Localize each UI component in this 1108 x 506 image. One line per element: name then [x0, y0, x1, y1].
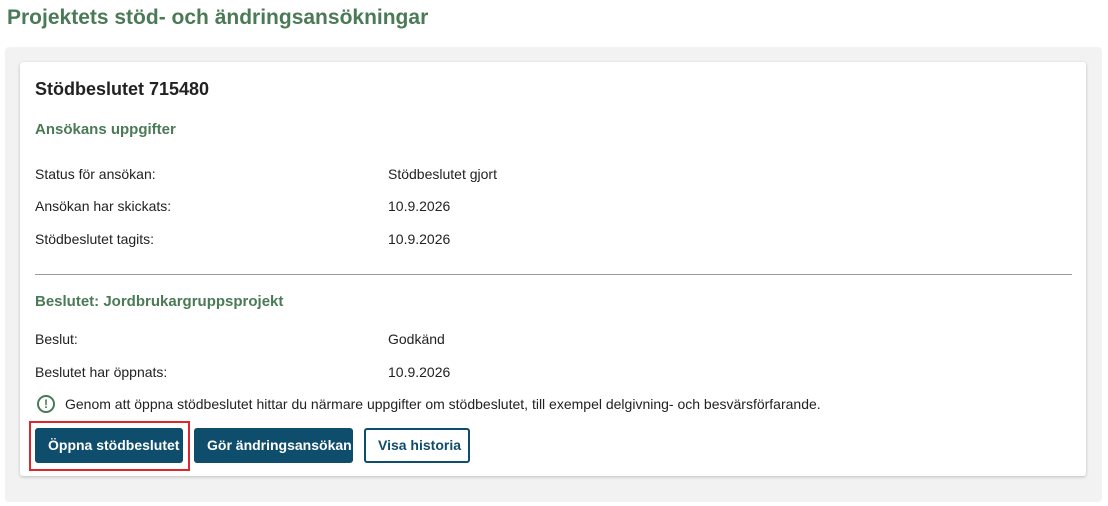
applications-panel: Stödbeslutet 715480 Ansökans uppgifter S…: [5, 47, 1102, 502]
row-label: Stödbeslutet tagits:: [35, 231, 155, 247]
card-title: Stödbeslutet 715480: [35, 79, 210, 99]
open-decision-button[interactable]: Öppna stödbeslutet: [35, 428, 183, 463]
show-history-button[interactable]: Visa historia: [364, 428, 470, 463]
change-application-button[interactable]: Gör ändringsansökan: [194, 428, 353, 463]
page-title: Projektets stöd- och ändringsansökningar: [7, 6, 429, 29]
row-value: 10.9.2026: [388, 364, 451, 380]
decision-card: Stödbeslutet 715480 Ansökans uppgifter S…: [20, 62, 1086, 476]
decision-opened-row: Beslutet har öppnats: 10.9.2026: [35, 362, 1065, 382]
application-section-title: Ansökans uppgifter: [35, 121, 176, 138]
info-circle-icon: !: [37, 395, 55, 413]
application-status-row: Status för ansökan: Stödbeslutet gjort: [35, 164, 1065, 184]
decision-row: Beslut: Godkänd: [35, 329, 1065, 349]
decision-taken-row: Stödbeslutet tagits: 10.9.2026: [35, 229, 1065, 249]
row-value: 10.9.2026: [388, 198, 451, 214]
application-sent-row: Ansökan har skickats: 10.9.2026: [35, 196, 1065, 216]
row-value: Godkänd: [388, 331, 445, 347]
info-notice: ! Genom att öppna stödbeslutet hittar du…: [37, 394, 821, 414]
decision-section-title: Beslutet: Jordbrukargruppsprojekt: [35, 293, 284, 310]
row-value: Stödbeslutet gjort: [388, 166, 497, 182]
row-label: Beslut:: [35, 331, 78, 347]
info-text: Genom att öppna stödbeslutet hittar du n…: [65, 396, 821, 412]
row-label: Beslutet har öppnats:: [35, 364, 168, 380]
row-value: 10.9.2026: [388, 231, 451, 247]
row-label: Ansökan har skickats:: [35, 198, 172, 214]
section-divider: [35, 274, 1072, 275]
row-label: Status för ansökan:: [35, 166, 156, 182]
page: Projektets stöd- och ändringsansökningar…: [0, 0, 1108, 506]
